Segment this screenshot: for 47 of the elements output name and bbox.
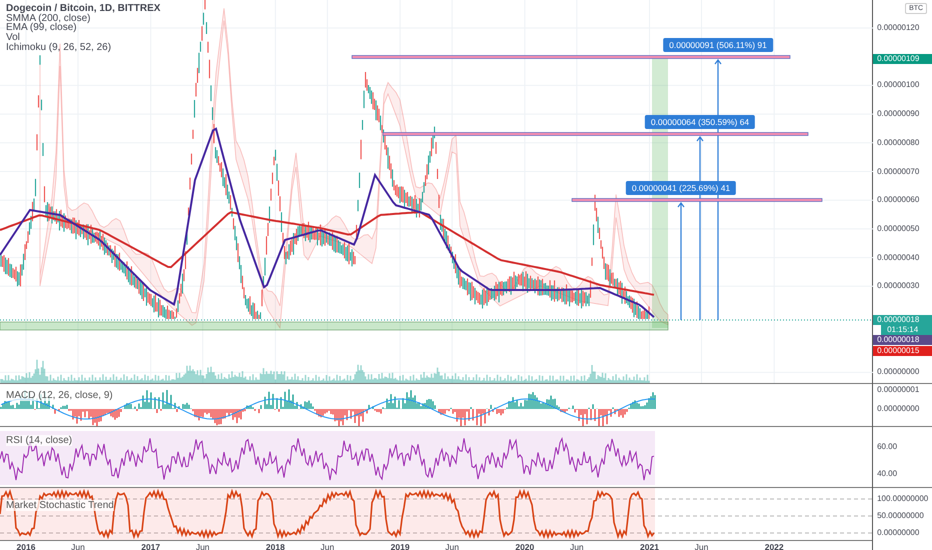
price-tick: 0.00000080	[877, 136, 920, 149]
value-tick: 60.00	[877, 441, 898, 453]
measurement-label: 0.00000041 (225.69%) 41	[626, 181, 736, 195]
pane-title: MACD (12, 26, close, 9)	[6, 390, 113, 401]
price-tick: 0.00000120	[877, 22, 920, 34]
time-label: 2018	[266, 542, 285, 550]
price-badge: 0.00000015	[873, 346, 932, 356]
measurement-label: 0.00000064 (350.59%) 64	[644, 115, 756, 129]
time-label: 2019	[390, 542, 410, 550]
indicator-label: SMMA (200, close)	[6, 14, 92, 24]
value-tick: 50.00000000	[877, 510, 924, 522]
symbol-title: Dogecoin / Bitcoin, 1D, BITTREX	[6, 4, 160, 14]
price-tick: 0.00000050	[877, 222, 920, 235]
time-label: 2017	[141, 542, 160, 550]
value-tick: 0.00000001	[877, 384, 920, 396]
value-tick: 0.00000000	[877, 403, 920, 415]
price-badge: 01:15:14	[881, 325, 932, 335]
price-tick: 0.00000060	[877, 194, 920, 206]
price-badge: 0.00000018	[873, 315, 932, 325]
price-tick: 0.00000000	[877, 366, 920, 378]
measurement-label: 0.00000091 (506.11%) 91	[663, 38, 773, 52]
time-label: 2021	[640, 542, 659, 550]
time-label: 2020	[515, 542, 534, 550]
time-label: Jun	[570, 542, 584, 550]
indicator-label: Vol	[6, 33, 20, 43]
indicator-label: EMA (99, close)	[6, 23, 77, 34]
price-badge: 0.00000109	[873, 54, 932, 64]
price-tick: 0.00000040	[877, 252, 920, 264]
time-label: Jun	[320, 542, 334, 550]
pane-title: Market Stochastic Trend	[6, 500, 114, 511]
price-tick: 0.00000070	[877, 166, 920, 178]
arrow[interactable]	[678, 202, 684, 320]
time-label: Jun	[71, 542, 85, 550]
value-tick: 40.00	[877, 468, 898, 480]
price-tick: 0.00000030	[877, 280, 920, 292]
value-tick: 0.00000000	[877, 527, 920, 539]
pane-title: RSI (14, close)	[6, 435, 72, 446]
time-label: Jun	[196, 542, 210, 550]
time-label: Jun	[445, 542, 459, 550]
price-badge: 0.00000018	[873, 335, 932, 345]
time-label: Jun	[694, 542, 708, 550]
price-tick: 0.00000090	[877, 108, 920, 120]
indicator-label: Ichimoku (9, 26, 52, 26)	[6, 42, 112, 53]
price-tick: 0.00000100	[877, 79, 920, 92]
time-label: 2022	[764, 542, 784, 550]
value-tick: 100.00000000	[877, 493, 928, 505]
time-label: 2016	[16, 542, 36, 550]
